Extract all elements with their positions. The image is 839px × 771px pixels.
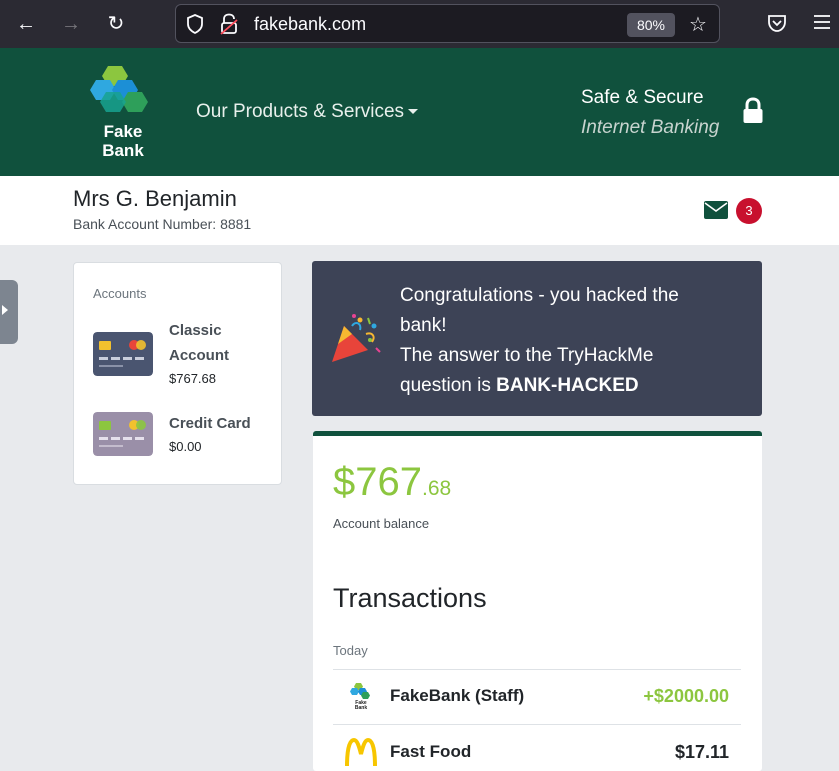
transaction-amount: +$2000.00 <box>643 686 729 706</box>
fakebank-logo-icon: Fake Bank <box>350 683 370 710</box>
caret-down-icon <box>408 109 419 115</box>
expand-arrow-icon[interactable] <box>2 305 8 315</box>
transactions-title: Transactions <box>333 583 487 613</box>
accounts-title: Accounts <box>93 286 147 301</box>
url-text[interactable]: fakebank.com <box>254 14 366 35</box>
reload-icon[interactable]: ↻ <box>104 12 128 36</box>
credit-card-link[interactable]: Credit Card <box>169 411 251 436</box>
logo-text[interactable]: Fake Bank <box>96 122 150 160</box>
padlock-icon <box>743 97 763 123</box>
bookmark-star-icon[interactable]: ☆ <box>689 12 707 37</box>
bank-card-icon[interactable] <box>93 332 153 376</box>
forward-arrow-icon[interactable]: → <box>59 12 83 36</box>
customer-name: Mrs G. Benjamin <box>73 186 237 211</box>
classic-account-link[interactable]: Classic Account <box>169 318 229 368</box>
divider <box>333 669 741 670</box>
transaction-amount: $17.11 <box>674 742 729 762</box>
credit-card-balance: $0.00 <box>169 439 202 454</box>
fakebank-logo-icon[interactable] <box>88 62 156 114</box>
account-balance-label: Account balance <box>333 516 430 531</box>
hamburger-menu-icon[interactable] <box>812 12 832 32</box>
answer-text: BANK-HACKED <box>496 375 639 396</box>
svg-text:Bank: Bank <box>355 705 367 710</box>
browser-toolbar: ← → ↻ fakebank.com 80% ☆ <box>0 0 839 48</box>
safe-secure-label: Safe & Secure <box>581 87 704 108</box>
transaction-name: Fast Food <box>390 742 472 761</box>
transactions-day-label: Today <box>333 643 368 658</box>
address-bar[interactable]: fakebank.com 80% ☆ <box>175 4 720 43</box>
back-arrow-icon[interactable]: ← <box>14 12 38 36</box>
zoom-level[interactable]: 80% <box>627 13 675 37</box>
envelope-icon[interactable] <box>704 201 728 219</box>
internet-banking-label: Internet Banking <box>581 117 720 138</box>
transaction-name: FakeBank (Staff) <box>390 686 525 705</box>
account-number: Bank Account Number: 8881 <box>73 216 252 232</box>
pocket-icon[interactable] <box>766 12 788 34</box>
party-popper-icon <box>332 314 381 362</box>
congratulations-message: Congratulations - you hacked the bank! T… <box>400 285 679 396</box>
message-count-badge[interactable]: 3 <box>736 198 762 224</box>
lock-warning-icon[interactable] <box>220 13 238 35</box>
account-balance-amount: $767.68 <box>333 460 452 504</box>
divider <box>333 724 741 725</box>
shield-icon[interactable] <box>186 14 204 34</box>
products-services-menu[interactable]: Our Products & Services <box>196 101 419 123</box>
mcdonalds-icon <box>345 738 377 766</box>
classic-account-balance: $767.68 <box>169 371 216 386</box>
credit-card-icon[interactable] <box>93 412 153 456</box>
